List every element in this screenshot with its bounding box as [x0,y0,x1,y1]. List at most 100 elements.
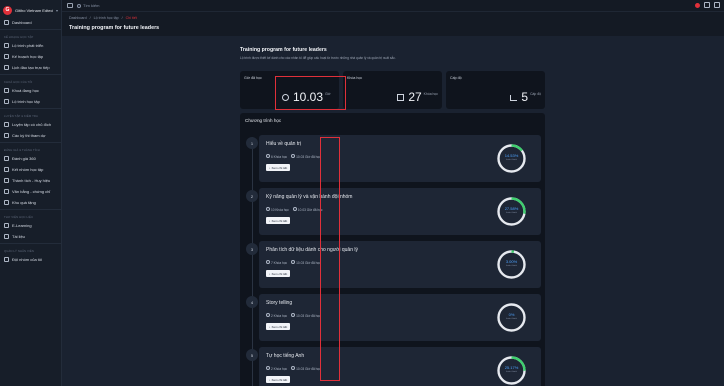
arrow-down-icon: ↓ [269,165,271,170]
course-card[interactable]: Story telling 2 Khóa học 10.03 Giờ đã học ↓… [259,294,541,341]
sidebar-item[interactable]: E-Learning [0,220,61,231]
sidebar-divider [0,142,61,143]
sidebar-divider [0,243,61,244]
sidebar-item[interactable]: Kế hoạch học tập [0,51,61,62]
brand-logo: G [3,5,12,15]
arrow-down-icon: ↓ [269,271,271,276]
course-count: 2 Khóa học [271,314,288,318]
progress-ring: 0% hoàn thành [496,302,527,333]
course-count-icon [266,207,270,211]
sidebar-item-label: Đội nhóm của tôi [12,257,43,262]
course-hours: 10.03 Giờ đã học [296,155,321,159]
sidebar-item[interactable]: Tài liệu [0,231,61,242]
sidebar-item[interactable]: Dashboard [0,17,61,28]
progress-ring: 25.17% hoàn thành [496,355,527,386]
progress-caption: hoàn thành [506,159,517,161]
sidebar-item-icon [4,133,9,138]
clock-icon [291,260,296,264]
course-card[interactable]: Tự học tiếng Anh 2 Khóa học 10.03 Giờ đã h… [259,347,541,386]
breadcrumb-learning-path[interactable]: Lộ trình học tập [94,16,119,20]
search-box[interactable]: Tìm kiếm [77,3,99,8]
view-details-label: Xem chi tiết [271,324,288,329]
course-count: 10 Khóa học [271,208,289,212]
sidebar-item-label: E-Learning [12,223,32,228]
progress-ring: 14.53% hoàn thành [496,143,527,174]
apps-grid-icon[interactable] [714,2,720,8]
stat-value: 27 [408,90,422,104]
course-icon[interactable] [704,2,710,8]
sidebar-item[interactable]: Thành tích - Huy hiệu [0,175,61,186]
sidebar-item[interactable]: Đánh giá 360 [0,153,61,164]
sidebar-section-label: QUẢN LÝ NHÂN VIÊN [4,249,34,253]
sidebar-divider [0,209,61,210]
view-details-label: Xem chi tiết [271,165,288,170]
search-placeholder: Tìm kiếm [83,3,100,8]
program-header: Training program for future leaders Lộ t… [240,47,545,60]
sidebar-item-icon [4,234,9,239]
sidebar-item[interactable]: Khu quà tặng [0,197,61,208]
sidebar-divider [0,29,61,30]
stat-label: Giờ đã học [244,76,262,80]
sidebar-section-label: KHOÁ HỌC CỦA TÔI [4,80,33,84]
sidebar-item[interactable]: Văn bằng - chứng chỉ [0,186,61,197]
sidebar-item[interactable]: Kết nhóm học tập [0,164,61,175]
breadcrumb-dashboard[interactable]: Dashboard [69,16,87,20]
progress-percent: 25.17% [504,365,519,370]
course-card[interactable]: Kỹ năng quản lý và vận hành đội nhóm 10 K… [259,188,541,235]
progress-percent: 0% [508,312,515,317]
sidebar-item[interactable]: Khoá đang học [0,85,61,96]
sidebar-item-icon [4,178,9,183]
sidebar-item[interactable]: Đội nhóm của tôi [0,254,61,265]
sidebar-item-icon [4,200,9,205]
sidebar: G Gitiho Vietnam Edtech C... ▾ Dashboard… [0,0,62,386]
view-details-button[interactable]: ↓ Xem chi tiết [266,217,291,224]
course-card[interactable]: Phân tích dữ liệu dành cho người quản lý… [259,241,541,288]
sidebar-item-label: Lịch đào tạo trực tiếp [12,65,50,70]
course-hours: 10.03 Giờ đã học [297,208,323,212]
arrow-down-icon: ↓ [269,377,271,382]
breadcrumb-separator: / [121,16,123,20]
view-details-button[interactable]: ↓ Xem chi tiết [266,323,291,330]
sidebar-item-icon [4,257,9,262]
sidebar-item-label: Khoá đang học [12,88,39,93]
step-number: 4 [246,296,258,308]
course-meta: 7 Khóa học 10.03 Giờ đã học [266,260,321,265]
sidebar-item[interactable]: Lịch đào tạo trực tiếp [0,62,61,73]
sidebar-item[interactable]: Lộ trình học tập [0,96,61,107]
sidebar-item[interactable]: Lộ trình phát triển [0,40,61,51]
course-hours: 10.03 Giờ đã học [296,261,321,265]
brand-switcher[interactable]: G Gitiho Vietnam Edtech C... ▾ [0,3,61,17]
view-details-button[interactable]: ↓ Xem chi tiết [266,270,291,277]
sidebar-item-label: Lộ trình học tập [12,99,40,104]
course-card[interactable]: Hiểu về quản trị 6 Khóa học 10.03 Giờ đã h… [259,135,541,182]
breadcrumb-current: Chi tiết [125,16,137,20]
course-name: Story telling [266,300,293,306]
stat-label: Cấp độ [450,76,462,80]
topbar-actions [695,2,720,8]
sidebar-item-icon [4,189,9,194]
notification-icon[interactable] [695,3,700,8]
view-details-button[interactable]: ↓ Xem chi tiết [266,164,291,171]
course-meta: 2 Khóa học 10.03 Giờ đã học [266,366,321,371]
step-number: 3 [246,243,258,255]
arrow-down-icon: ↓ [269,218,271,223]
sidebar-item[interactable]: Luyện tập có chủ đích [0,119,61,130]
course-meta: 2 Khóa học 10.03 Giờ đã học [266,313,321,318]
search-icon [77,3,81,8]
progress-percent: 27.58% [504,206,519,211]
toggle-sidebar-icon[interactable] [67,3,73,8]
view-details-button[interactable]: ↓ Xem chi tiết [266,376,291,383]
course-count-icon [266,154,270,158]
sidebar-item-icon [4,122,9,127]
sidebar-item[interactable]: Các kỳ thi tham dự [0,130,61,141]
sidebar-item-label: Dashboard [12,20,32,25]
course-count-icon [266,260,270,264]
sidebar-item-icon [4,156,9,161]
sidebar-nav: Dashboard KẾ HOẠCH HỌC TẬP Lộ trình phát t… [0,17,61,265]
view-details-label: Xem chi tiết [271,218,288,223]
progress-caption: hoàn thành [506,265,517,267]
sidebar-item-icon [4,223,9,228]
brand-name: Gitiho Vietnam Edtech C... [15,7,53,13]
sidebar-item-label: Đánh giá 360 [12,156,36,161]
sidebar-item-label: Khu quà tặng [12,200,36,205]
